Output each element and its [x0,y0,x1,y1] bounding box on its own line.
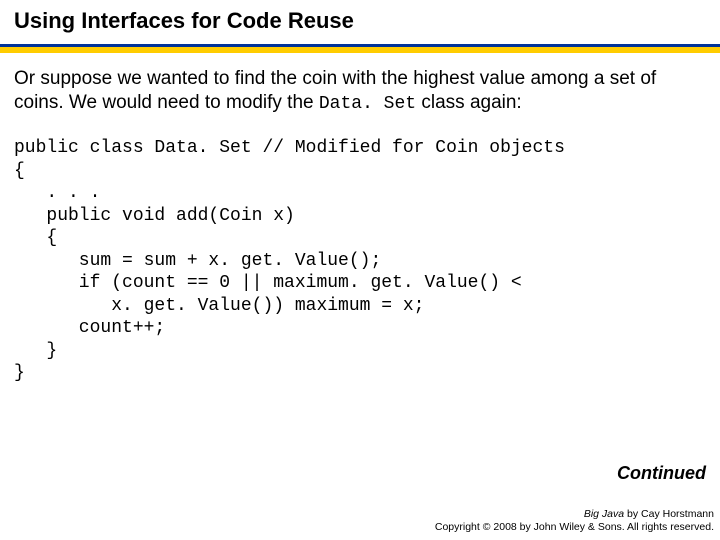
code-line: { [14,227,706,250]
slide-title: Using Interfaces for Code Reuse [14,8,706,34]
continued-label: Continued [617,463,706,484]
code-line: count++; [14,317,706,340]
footer: Big Java by Cay Horstmann Copyright © 20… [435,508,714,534]
code-line: { [14,160,706,183]
code-line: } [14,362,706,385]
code-line: public void add(Coin x) [14,205,706,228]
slide: Using Interfaces for Code Reuse Or suppo… [0,0,720,540]
code-block: public class Data. Set // Modified for C… [14,137,706,385]
intro-code-inline: Data. Set [319,94,416,114]
slide-body: Or suppose we wanted to find the coin wi… [0,53,720,385]
code-line: } [14,340,706,363]
code-line: if (count == 0 || maximum. get. Value() … [14,272,706,295]
book-author: by Cay Horstmann [624,508,714,520]
code-line: . . . [14,182,706,205]
intro-paragraph: Or suppose we wanted to find the coin wi… [14,67,706,115]
footer-line-1: Big Java by Cay Horstmann [435,508,714,521]
title-block: Using Interfaces for Code Reuse [0,0,720,38]
intro-text-2: class again: [416,92,522,113]
code-line: sum = sum + x. get. Value(); [14,250,706,273]
code-line: x. get. Value()) maximum = x; [14,295,706,318]
footer-copyright: Copyright © 2008 by John Wiley & Sons. A… [435,521,714,534]
book-title: Big Java [584,508,624,520]
code-line: public class Data. Set // Modified for C… [14,137,706,160]
